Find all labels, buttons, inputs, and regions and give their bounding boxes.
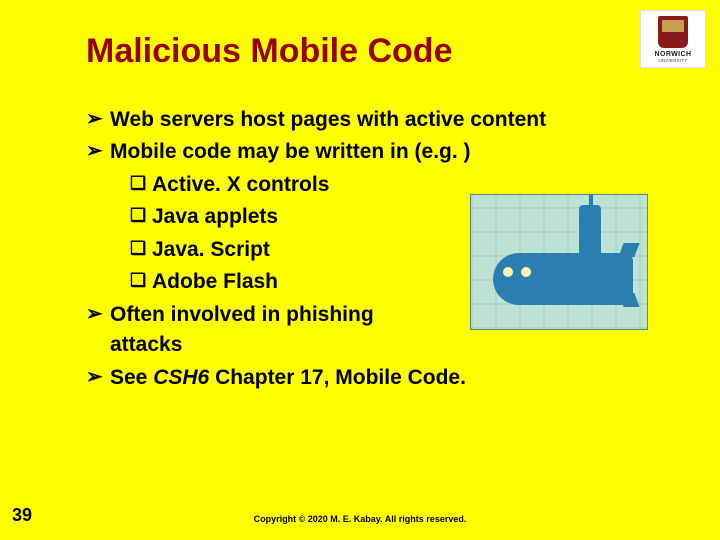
ref-pre: See xyxy=(110,366,153,389)
ref-post: Chapter 17, Mobile Code. xyxy=(209,366,466,389)
logo-name: NORWICH xyxy=(655,51,692,58)
porthole-icon xyxy=(503,267,513,277)
arrow-bullet-icon: ➢ xyxy=(86,300,110,361)
square-bullet-icon: ❑ xyxy=(130,170,152,200)
square-bullet-icon: ❑ xyxy=(130,235,152,265)
bullet-text: Web servers host pages with active conte… xyxy=(110,105,606,135)
bullet-item: ➢ Mobile code may be written in (e.g. ) xyxy=(86,137,606,167)
square-bullet-icon: ❑ xyxy=(130,202,152,232)
bullet-item: ➢ See CSH6 Chapter 17, Mobile Code. xyxy=(86,363,606,393)
porthole-icon xyxy=(521,267,531,277)
bullet-item: ➢ Web servers host pages with active con… xyxy=(86,105,606,135)
submarine-tower-icon xyxy=(579,205,601,265)
arrow-bullet-icon: ➢ xyxy=(86,137,110,167)
periscope-icon xyxy=(589,195,593,209)
slide-title: Malicious Mobile Code xyxy=(86,32,660,71)
bullet-text: Mobile code may be written in (e.g. ) xyxy=(110,137,606,167)
logo-sub: UNIVERSITY xyxy=(658,58,687,63)
bullet-text: See CSH6 Chapter 17, Mobile Code. xyxy=(110,363,606,393)
university-logo: NORWICH UNIVERSITY xyxy=(640,10,706,68)
crest-icon xyxy=(658,16,688,48)
square-bullet-icon: ❑ xyxy=(130,267,152,297)
submarine-illustration xyxy=(470,194,648,330)
slide: NORWICH UNIVERSITY Malicious Mobile Code… xyxy=(0,0,720,540)
arrow-bullet-icon: ➢ xyxy=(86,363,110,393)
submarine-body-icon xyxy=(493,253,633,305)
bullet-item: ➢ Often involved in phishing attacks xyxy=(86,300,406,361)
ref-book: CSH6 xyxy=(153,366,209,389)
copyright-text: Copyright © 2020 M. E. Kabay. All rights… xyxy=(0,514,720,524)
arrow-bullet-icon: ➢ xyxy=(86,105,110,135)
bullet-text: Often involved in phishing attacks xyxy=(110,300,406,361)
fin-icon xyxy=(618,243,639,257)
